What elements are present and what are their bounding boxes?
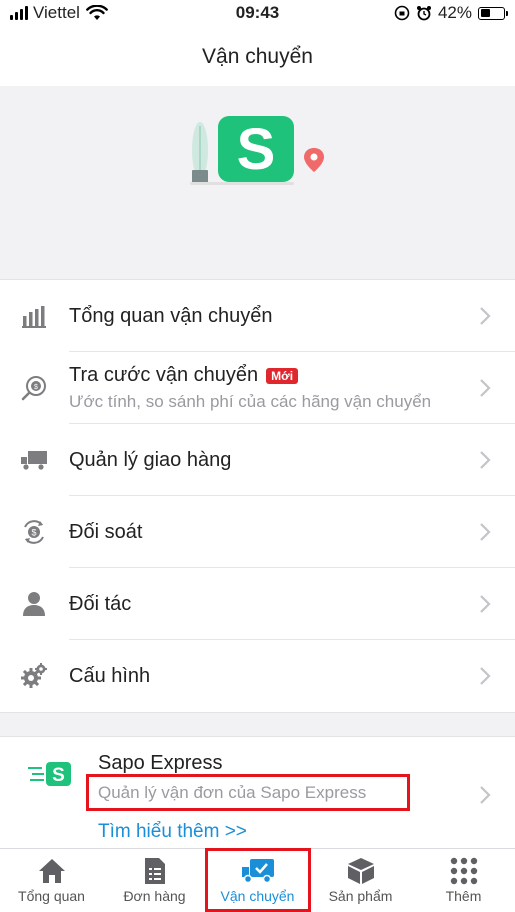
- search-coin-icon: $: [20, 374, 48, 402]
- home-icon: [38, 859, 65, 883]
- chevron-right-icon: [480, 451, 491, 469]
- menu-item-label: Tổng quan vận chuyển: [69, 304, 273, 327]
- delivery-truck-icon: [241, 859, 274, 884]
- menu-item-subtitle: Ước tính, so sánh phí của các hãng vận c…: [69, 392, 432, 411]
- truck-icon: [20, 446, 48, 474]
- express-title: Sapo Express: [98, 752, 223, 774]
- learn-more-link[interactable]: Tìm hiểu thêm >>: [98, 821, 247, 843]
- chevron-right-icon: [480, 523, 491, 541]
- tab-label: Sản phẩm: [328, 888, 393, 904]
- tab-label: Vận chuyển: [220, 888, 295, 904]
- alarm-icon: [416, 6, 431, 21]
- tab-orders[interactable]: Đơn hàng: [103, 849, 206, 912]
- menu-item-delivery-management[interactable]: Quản lý giao hàng: [0, 424, 515, 496]
- tab-products[interactable]: Sản phẩm: [309, 849, 412, 912]
- status-bar: Viettel 09:43 42%: [0, 0, 515, 28]
- battery-percent: 42%: [437, 3, 472, 22]
- chevron-right-icon: [480, 307, 491, 325]
- box-icon: [347, 858, 374, 884]
- nav-header: Vận chuyển: [0, 28, 515, 86]
- tab-label: Đơn hàng: [123, 888, 186, 904]
- orientation-lock-icon: [394, 5, 410, 21]
- svg-text:$: $: [34, 384, 38, 391]
- tab-shipping[interactable]: Vận chuyển: [206, 849, 309, 912]
- tab-label: Tổng quan: [18, 888, 85, 904]
- gear-icon: [20, 662, 48, 690]
- sapo-logo-illustration: S: [190, 116, 324, 185]
- hero-banner: S: [0, 86, 515, 279]
- grid-dots-icon: [450, 857, 477, 885]
- tab-more[interactable]: Thêm: [412, 849, 515, 912]
- bottom-tab-bar: Tổng quan Đơn hàng Vận chuyển Sản phẩm T…: [0, 848, 515, 912]
- chevron-right-icon: [480, 786, 491, 804]
- refresh-coin-icon: $: [20, 518, 48, 546]
- chevron-right-icon: [480, 667, 491, 685]
- menu-item-label: Quản lý giao hàng: [69, 448, 232, 471]
- page-title: Vận chuyển: [202, 45, 313, 68]
- tab-overview[interactable]: Tổng quan: [0, 849, 103, 912]
- bar-chart-icon: [20, 302, 48, 330]
- sapo-express-card[interactable]: S Sapo Express Quản lý vận đơn của Sapo …: [0, 736, 515, 848]
- svg-text:$: $: [31, 528, 36, 538]
- chevron-right-icon: [480, 595, 491, 613]
- menu-item-reconciliation[interactable]: $ Đối soát: [0, 496, 515, 568]
- menu-item-shipping-overview[interactable]: Tổng quan vận chuyển: [0, 280, 515, 352]
- sapo-express-logo: S: [28, 762, 71, 786]
- menu-item-shipping-rates[interactable]: $ Tra cước vận chuyển Mới Ước tính, so s…: [0, 352, 515, 424]
- battery-icon: [478, 6, 508, 20]
- menu-item-label: Đối soát: [69, 520, 143, 543]
- svg-text:S: S: [52, 765, 65, 786]
- menu-item-label: Cấu hình: [69, 664, 151, 687]
- menu-item-settings[interactable]: Cấu hình: [0, 640, 515, 712]
- menu-item-partners[interactable]: Đối tác: [0, 568, 515, 640]
- svg-text:S: S: [237, 117, 276, 182]
- document-icon: [144, 858, 165, 884]
- express-subtitle: Quản lý vận đơn của Sapo Express: [98, 783, 367, 802]
- menu-item-label: Tra cước vận chuyển: [69, 364, 259, 386]
- chevron-right-icon: [480, 379, 491, 397]
- shipping-menu: Tổng quan vận chuyển $ Tra cước vận chuy…: [0, 279, 515, 713]
- new-badge: Mới: [266, 367, 299, 384]
- tab-label: Thêm: [445, 888, 482, 904]
- menu-item-label: Đối tác: [69, 592, 132, 615]
- person-icon: [20, 590, 48, 618]
